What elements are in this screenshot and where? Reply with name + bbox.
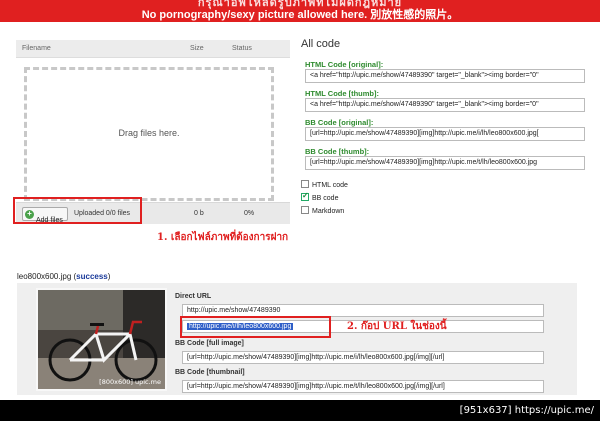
code-field-bb-thumb[interactable]: [url=http://upic.me/show/47489390][img]h…: [305, 156, 585, 170]
code-field-html-thumb[interactable]: <a href="http://upic.me/show/47489390" t…: [305, 98, 585, 112]
result-title: leo800x600.jpg (success): [17, 272, 111, 281]
code-label-bb-original: BB Code [original]:: [305, 118, 374, 127]
code-label-html-original: HTML Code [original]:: [305, 60, 384, 69]
footer-caption: [951x637] https://upic.me/: [459, 405, 594, 416]
bb-thumb-field[interactable]: [url=http://upic.me/show/47489390][img]h…: [182, 380, 544, 393]
screenshot-stage: กรุณาอัพโหลดรูปภาพที่ไม่ผิดกฎหมาย No por…: [0, 0, 600, 400]
bb-full-field[interactable]: [url=http://upic.me/show/47489390][img]h…: [182, 351, 544, 364]
col-filename: Filename: [22, 45, 51, 52]
drop-zone[interactable]: Drag files here.: [24, 67, 274, 201]
drop-zone-text: Drag files here.: [118, 128, 180, 138]
total-size: 0 b: [194, 210, 204, 217]
bb-full-label: BB Code [full image]: [175, 340, 244, 347]
all-code-title: All code: [301, 38, 341, 50]
code-field-bb-original[interactable]: [url=http://upic.me/show/47489390][img]h…: [305, 127, 585, 141]
thumbnail-caption: [800x600] upic.me: [99, 378, 161, 386]
uploader-header: Filename Size Status: [16, 40, 290, 58]
bicycle-image: [38, 290, 165, 389]
option-markdown-label: Markdown: [312, 208, 345, 215]
bicycle-thumbnail[interactable]: [800x600] upic.me: [36, 288, 167, 391]
result-card: [800x600] upic.me Direct URL http://upic…: [17, 283, 577, 395]
total-percent: 0%: [244, 210, 255, 217]
annotation-step-1: 1. เลือกไฟล์ภาพที่ต้องการฝาก: [157, 232, 289, 243]
result-status: success: [76, 272, 108, 281]
banner-line-2: No pornography/sexy picture allowed here…: [141, 9, 459, 21]
image-footer: [951x637] https://upic.me/: [0, 402, 600, 421]
checkbox-markdown[interactable]: [301, 206, 309, 214]
option-bb-code[interactable]: BB code: [301, 191, 339, 202]
result-filename: leo800x600.jpg: [17, 272, 72, 281]
code-label-html-thumb: HTML Code [thumb]:: [305, 89, 380, 98]
option-html-code[interactable]: HTML code: [301, 180, 348, 189]
checkbox-bb-code[interactable]: [301, 191, 309, 201]
col-size: Size: [190, 45, 204, 52]
direct-url-label: Direct URL: [175, 293, 212, 300]
checkbox-html-code[interactable]: [301, 180, 309, 188]
col-status: Status: [232, 45, 252, 52]
code-field-html-original[interactable]: <a href="http://upic.me/show/47489390" t…: [305, 69, 585, 83]
code-label-bb-thumb: BB Code [thumb]:: [305, 147, 370, 156]
bb-thumb-label: BB Code [thumbnail]: [175, 369, 245, 376]
highlight-add-files: [13, 197, 142, 224]
annotation-step-2: 2. ก๊อป URL ในช่องนี้: [347, 321, 447, 332]
rules-banner: กรุณาอัพโหลดรูปภาพที่ไม่ผิดกฎหมาย No por…: [0, 0, 600, 22]
option-markdown[interactable]: Markdown: [301, 206, 344, 215]
option-bb-code-label: BB code: [312, 195, 339, 202]
highlight-direct-url: [180, 316, 331, 338]
option-html-code-label: HTML code: [312, 182, 348, 189]
